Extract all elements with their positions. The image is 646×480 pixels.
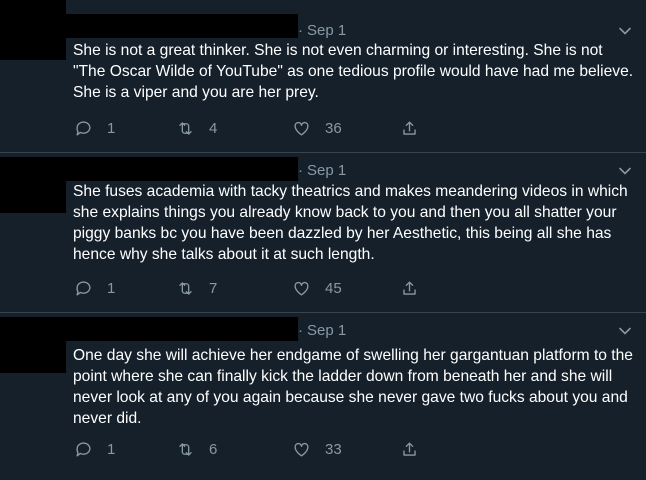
reply-count: 1 (107, 119, 116, 137)
reply-icon (76, 280, 91, 296)
redacted-name-bar (66, 317, 298, 341)
share-button[interactable] (400, 438, 419, 460)
redacted-name-bar (66, 157, 298, 181)
reply-button[interactable]: 1 (74, 117, 115, 139)
reply-count: 1 (107, 440, 116, 458)
reply-count: 1 (107, 279, 116, 297)
tweet-date[interactable]: · Sep 1 (298, 162, 346, 179)
reply-icon (76, 120, 91, 136)
tweet-text: She fuses academia with tacky theatrics … (73, 183, 628, 263)
redacted-avatar-block (0, 0, 66, 60)
tweet-date[interactable]: · Sep 1 (298, 322, 346, 339)
like-button[interactable]: 33 (292, 438, 342, 460)
share-button[interactable] (400, 117, 419, 139)
chevron-down-icon[interactable] (618, 324, 632, 338)
like-button[interactable]: 45 (292, 277, 342, 299)
tweet-actions: 1 7 45 (74, 277, 474, 299)
like-icon (294, 121, 309, 136)
like-count: 33 (325, 440, 342, 458)
like-icon (294, 281, 309, 296)
retweet-button[interactable]: 4 (176, 117, 217, 139)
retweet-button[interactable]: 7 (176, 277, 217, 299)
share-icon (403, 441, 416, 456)
retweet-button[interactable]: 6 (176, 438, 217, 460)
chevron-down-icon[interactable] (618, 164, 632, 178)
retweet-icon (179, 121, 192, 135)
share-button[interactable] (400, 277, 419, 299)
tweet-actions: 1 4 36 (74, 117, 474, 139)
retweet-count: 7 (209, 279, 218, 297)
redacted-avatar-block (0, 157, 66, 213)
tweet-text: One day she will achieve her endgame of … (73, 347, 633, 427)
retweet-count: 6 (209, 440, 218, 458)
retweet-count: 4 (209, 119, 218, 137)
like-count: 45 (325, 279, 342, 297)
share-icon (403, 280, 416, 295)
redacted-avatar-block (0, 317, 66, 373)
chevron-down-icon[interactable] (618, 24, 632, 38)
retweet-icon (179, 442, 192, 456)
redacted-name-bar (66, 14, 298, 38)
like-count: 36 (325, 119, 342, 137)
tweet-1[interactable]: · Sep 1 She is not a great thinker. She i… (0, 0, 646, 153)
tweet-3[interactable]: · Sep 1 One day she will achieve her endg… (0, 313, 646, 480)
share-icon (403, 120, 416, 135)
tweet-date[interactable]: · Sep 1 (298, 22, 346, 39)
tweet-2[interactable]: · Sep 1 She fuses academia with tacky the… (0, 153, 646, 313)
tweet-actions: 1 6 33 (74, 438, 474, 460)
retweet-icon (179, 281, 192, 295)
like-icon (294, 442, 309, 457)
reply-icon (76, 441, 91, 457)
like-button[interactable]: 36 (292, 117, 342, 139)
tweet-text: She is not a great thinker. She is not e… (73, 42, 634, 101)
reply-button[interactable]: 1 (74, 438, 115, 460)
reply-button[interactable]: 1 (74, 277, 115, 299)
